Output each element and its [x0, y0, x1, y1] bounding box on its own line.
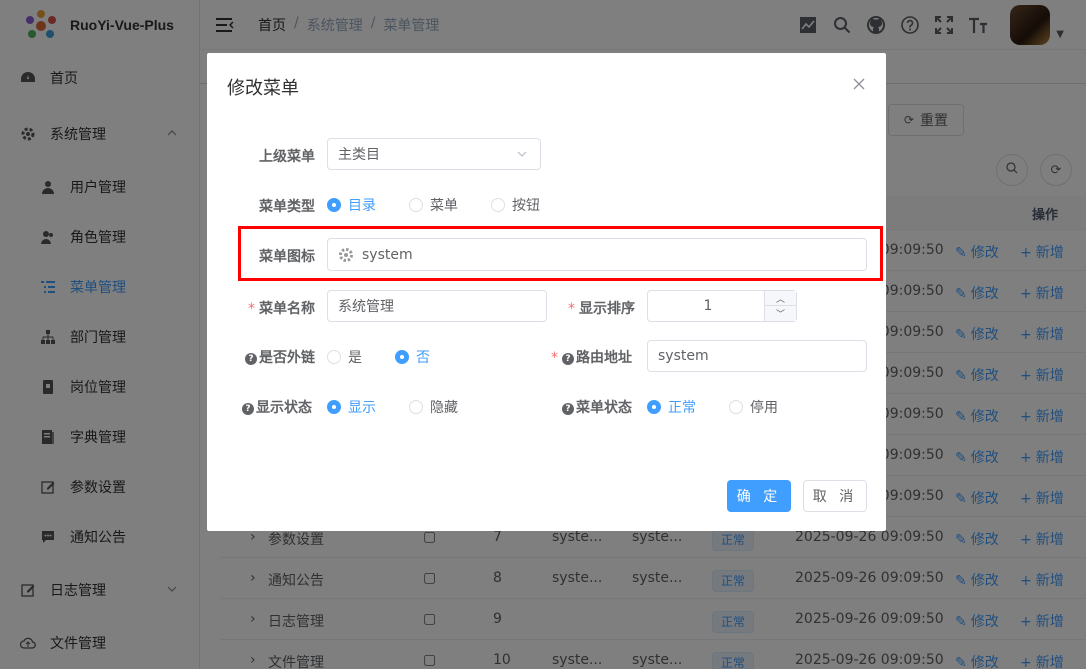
radio-external-yes[interactable]: 是 — [327, 347, 362, 367]
dialog-title: 修改菜单 — [227, 78, 299, 99]
radio-dot — [409, 400, 423, 414]
confirm-button[interactable]: 确 定 — [727, 480, 791, 512]
menu-name-label: * 菜单名称 — [248, 298, 315, 318]
radio-dot — [327, 350, 341, 364]
question-icon[interactable]: ? — [245, 353, 257, 365]
question-icon[interactable]: ? — [242, 403, 254, 415]
menu-name-value: 系统管理 — [338, 299, 394, 315]
parent-menu-value: 主类目 — [338, 147, 380, 163]
radio-status-disabled[interactable]: 停用 — [729, 397, 778, 417]
radio-dot — [647, 400, 661, 414]
radio-label: 是 — [348, 350, 362, 366]
edit-menu-dialog: 修改菜单 上级菜单 主类目 菜单类型 目录 菜单 按钮 菜单图标 system … — [207, 53, 886, 531]
radio-status-normal[interactable]: 正常 — [647, 397, 696, 417]
radio-label: 目录 — [348, 198, 376, 214]
radio-dot — [409, 198, 423, 212]
menu-icon-select[interactable]: system — [327, 238, 867, 271]
radio-dot — [327, 400, 341, 414]
stepper-up-icon[interactable]: ︿ — [764, 291, 796, 306]
menu-icon-value: system — [362, 246, 413, 263]
radio-label: 显示 — [348, 400, 376, 416]
required-marker: * — [551, 350, 558, 366]
radio-dot — [327, 198, 341, 212]
radio-dot — [491, 198, 505, 212]
menu-icon-label: 菜单图标 — [259, 249, 315, 265]
external-link-label-text: 是否外链 — [259, 350, 315, 366]
radio-label: 正常 — [668, 400, 696, 416]
radio-label: 否 — [416, 350, 430, 366]
menu-status-label-text: 菜单状态 — [576, 400, 632, 416]
menu-type-label: 菜单类型 — [259, 199, 315, 215]
required-marker: * — [248, 301, 255, 317]
question-icon[interactable]: ? — [562, 353, 574, 365]
visible-label: ? 显示状态 — [242, 397, 312, 417]
radio-visible-show[interactable]: 显示 — [327, 397, 376, 417]
parent-menu-label: 上级菜单 — [259, 149, 315, 165]
order-label-text: 显示排序 — [579, 301, 635, 317]
required-marker: * — [568, 301, 575, 317]
radio-directory[interactable]: 目录 — [327, 195, 376, 215]
route-input[interactable]: system — [647, 340, 867, 372]
order-label: * 显示排序 — [568, 298, 635, 318]
menu-name-input[interactable]: 系统管理 — [327, 290, 547, 322]
stepper-down-icon[interactable]: ﹀ — [764, 306, 796, 321]
menu-status-label: ? 菜单状态 — [562, 397, 632, 417]
cancel-button[interactable]: 取 消 — [803, 480, 867, 512]
radio-dot — [395, 350, 409, 364]
visible-label-text: 显示状态 — [256, 400, 312, 416]
radio-label: 菜单 — [430, 198, 458, 214]
order-stepper[interactable]: 1 ︿ ﹀ — [647, 290, 797, 322]
chevron-down-icon — [516, 148, 528, 164]
question-icon[interactable]: ? — [562, 403, 574, 415]
radio-label: 隐藏 — [430, 400, 458, 416]
radio-button[interactable]: 按钮 — [491, 195, 540, 215]
route-label: *? 路由地址 — [551, 347, 632, 367]
menu-name-label-text: 菜单名称 — [259, 301, 315, 317]
external-link-label: ? 是否外链 — [245, 347, 315, 367]
radio-menu[interactable]: 菜单 — [409, 195, 458, 215]
gear-icon — [338, 247, 354, 263]
close-icon[interactable] — [852, 77, 866, 91]
parent-menu-select[interactable]: 主类目 — [327, 138, 541, 170]
radio-visible-hide[interactable]: 隐藏 — [409, 397, 458, 417]
route-value: system — [658, 348, 709, 364]
radio-label: 按钮 — [512, 198, 540, 214]
route-label-text: 路由地址 — [576, 350, 632, 366]
order-value: 1 — [703, 298, 713, 314]
radio-label: 停用 — [750, 400, 778, 416]
radio-external-no[interactable]: 否 — [395, 347, 430, 367]
radio-dot — [729, 400, 743, 414]
